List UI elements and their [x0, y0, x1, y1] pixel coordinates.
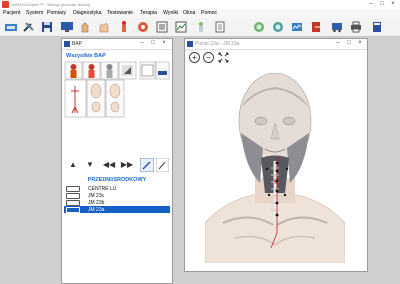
- menu-pomoc[interactable]: Pomoc: [201, 10, 217, 16]
- exit-icon[interactable]: [309, 20, 323, 34]
- image-window: Points 23a - JM 23a – □ × + −: [184, 38, 368, 272]
- print-icon[interactable]: [349, 20, 363, 34]
- menu-pomiary[interactable]: Pomiary: [47, 10, 66, 16]
- bap-maximize-icon[interactable]: □: [149, 40, 157, 46]
- head-front-icon[interactable]: [252, 20, 266, 34]
- menu-diagnostyka[interactable]: Diagnostyka: [73, 10, 102, 16]
- zoom-in-icon[interactable]: +: [189, 52, 200, 63]
- menu-pacjent[interactable]: Pacjent: [3, 10, 20, 16]
- navigation-row: ▲ ▼ ◀◀ ▶▶: [64, 157, 170, 175]
- last-point-icon[interactable]: ▼: [83, 159, 97, 171]
- list-item-label: JM 23c: [88, 192, 105, 199]
- zoom-out-icon[interactable]: −: [203, 52, 214, 63]
- next-point-icon[interactable]: ▶▶: [120, 159, 134, 171]
- list-item[interactable]: JM 23c: [64, 192, 170, 199]
- list-item[interactable]: CENTRE LU: [64, 185, 170, 192]
- image-window-titlebar: Points 23a - JM 23a – □ ×: [185, 39, 367, 50]
- minimize-icon[interactable]: –: [366, 1, 376, 8]
- maximize-icon[interactable]: □: [377, 1, 387, 8]
- tools-icon[interactable]: [22, 20, 36, 34]
- body-map-grid: [64, 61, 170, 119]
- probe-settings-icon[interactable]: [156, 158, 169, 172]
- document-icon[interactable]: [213, 20, 227, 34]
- bap-window-titlebar: BAP – □ ×: [62, 39, 172, 50]
- list-item-label: JM 23b: [88, 199, 105, 206]
- bap-minimize-icon[interactable]: –: [138, 40, 146, 46]
- bap-header: Wszystkie BAP: [64, 51, 170, 60]
- anatomy-image[interactable]: [205, 73, 345, 263]
- previous-point-icon[interactable]: ◀◀: [102, 159, 116, 171]
- menu-okna[interactable]: Okna: [183, 10, 195, 16]
- human-body-icon[interactable]: [117, 20, 131, 34]
- section-label: PRZEDNI/SRODKOWY: [87, 177, 147, 183]
- head-side-icon[interactable]: [271, 20, 285, 34]
- bap-window-icon: [64, 41, 70, 47]
- image-maximize-icon[interactable]: □: [345, 40, 353, 46]
- bap-header-label: Wszystkie BAP: [66, 53, 106, 59]
- list-item[interactable]: JM 23b: [64, 199, 170, 206]
- bap-window: BAP – □ × Wszystkie BAP ▲ ▼ ◀◀ ▶▶ PRZEDN…: [61, 38, 173, 284]
- bus-icon[interactable]: [330, 20, 344, 34]
- body-region-selector[interactable]: [64, 61, 170, 119]
- list-icon[interactable]: [155, 20, 169, 34]
- hand-icon[interactable]: [78, 20, 92, 34]
- list-item-selected[interactable]: JM 23a: [64, 206, 170, 213]
- section-header: PRZEDNI/SRODKOWY: [64, 176, 170, 184]
- spectrum-icon[interactable]: [290, 20, 304, 34]
- menu-wyniki[interactable]: Wyniki: [163, 10, 178, 16]
- image-minimize-icon[interactable]: –: [334, 40, 342, 46]
- app-logo-icon: [2, 1, 9, 8]
- menu-testowanie[interactable]: Testowanie: [107, 10, 133, 16]
- image-window-title: Points 23a - JM 23a: [195, 41, 240, 47]
- pointer-probe-icon[interactable]: [140, 158, 154, 172]
- save-icon[interactable]: [40, 20, 54, 34]
- help-book-icon[interactable]: [370, 20, 384, 34]
- first-point-icon[interactable]: ▲: [66, 159, 80, 171]
- list-item-label: CENTRE LU: [88, 185, 117, 192]
- toolbar: [0, 18, 400, 37]
- bap-window-title: BAP: [72, 41, 83, 47]
- list-item-label: JM 23a: [88, 206, 105, 213]
- monitor-icon[interactable]: [60, 20, 74, 34]
- body-scan-icon[interactable]: [194, 20, 208, 34]
- menu-bar: Pacjent System Pomiary Diagnostyka Testo…: [0, 9, 400, 18]
- close-icon[interactable]: ×: [388, 1, 398, 8]
- therapy-icon[interactable]: [136, 20, 150, 34]
- patient-card-icon[interactable]: [4, 20, 18, 34]
- window-title: AHEDS-Expert ™ - Wersja procedur licencj…: [12, 2, 90, 7]
- chart-report-icon[interactable]: [174, 20, 188, 34]
- pulse-icon[interactable]: [97, 20, 111, 34]
- bap-close-icon[interactable]: ×: [160, 40, 168, 46]
- menu-terapia[interactable]: Terapia: [140, 10, 157, 16]
- image-close-icon[interactable]: ×: [356, 40, 364, 46]
- menu-system[interactable]: System: [26, 10, 43, 16]
- image-window-icon: [187, 41, 193, 47]
- fit-to-window-icon[interactable]: [218, 52, 229, 63]
- point-tag-icon: [66, 207, 80, 213]
